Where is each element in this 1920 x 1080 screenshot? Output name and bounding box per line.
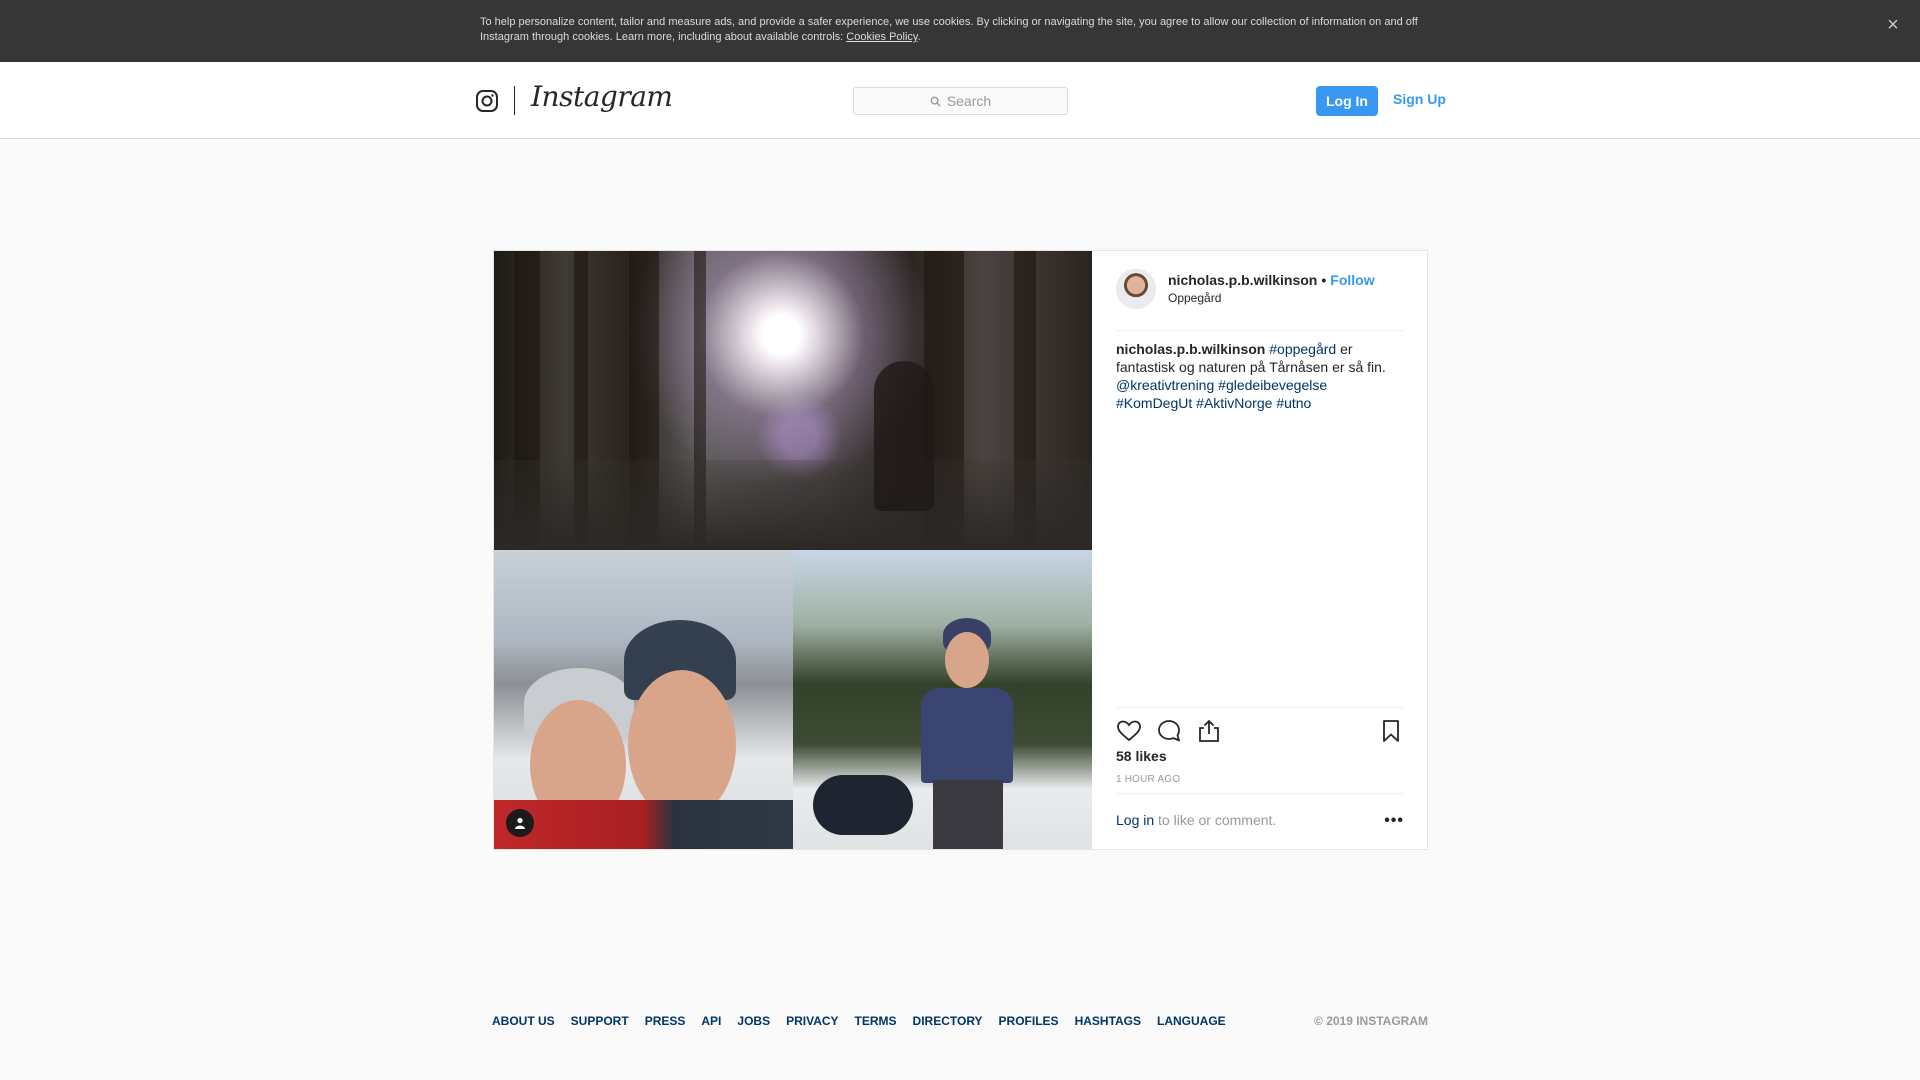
cookie-period: . <box>917 31 921 43</box>
share-icon[interactable] <box>1196 718 1222 744</box>
post-header: nicholas.p.b.wilkinson • Follow Oppegård <box>1116 269 1404 331</box>
footer-link-hashtags[interactable]: HASHTAGS <box>1075 1014 1141 1028</box>
footer-link-directory[interactable]: DIRECTORY <box>913 1014 983 1028</box>
search-icon <box>930 96 941 107</box>
footer-link-language[interactable]: LANGUAGE <box>1157 1014 1226 1028</box>
instagram-glyph-icon[interactable] <box>475 89 499 113</box>
footer-link-api[interactable]: API <box>701 1014 721 1028</box>
top-navigation: Instagram Search Log In Sign Up <box>0 62 1920 139</box>
footer-link-support[interactable]: SUPPORT <box>571 1014 629 1028</box>
post-card: nicholas.p.b.wilkinson • Follow Oppegård n… <box>493 250 1428 850</box>
separator-dot: • <box>1321 272 1327 288</box>
post-media[interactable] <box>494 251 1092 849</box>
caption-username[interactable]: nicholas.p.b.wilkinson <box>1116 341 1265 357</box>
comment-prompt-text: to like or comment. <box>1158 812 1277 828</box>
more-options-button[interactable]: ••• <box>1384 812 1404 830</box>
search-input[interactable]: Search <box>853 87 1068 115</box>
signup-link[interactable]: Sign Up <box>1393 91 1446 107</box>
avatar[interactable] <box>1116 269 1156 309</box>
login-button[interactable]: Log In <box>1316 86 1378 116</box>
mention-link[interactable]: @kreativtrening <box>1116 377 1214 393</box>
footer-links: ABOUT US SUPPORT PRESS API JOBS PRIVACY … <box>492 1014 1226 1028</box>
bookmark-icon[interactable] <box>1378 718 1404 744</box>
location-link[interactable]: Oppegård <box>1168 291 1221 305</box>
copyright: © 2019 INSTAGRAM <box>1314 1014 1428 1028</box>
footer-link-about-us[interactable]: ABOUT US <box>492 1014 555 1028</box>
hashtag-link[interactable]: #oppegård <box>1269 341 1336 357</box>
instagram-wordmark[interactable]: Instagram <box>531 80 673 113</box>
footer-link-privacy[interactable]: PRIVACY <box>786 1014 838 1028</box>
cookie-banner-text: To help personalize content, tailor and … <box>480 15 1440 45</box>
footer-link-press[interactable]: PRESS <box>645 1014 686 1028</box>
post-caption: nicholas.p.b.wilkinson #oppegård er fant… <box>1116 340 1404 412</box>
brand-divider <box>514 86 515 115</box>
forest-sun-photo <box>494 251 1092 550</box>
cookies-policy-link[interactable]: Cookies Policy <box>846 31 917 43</box>
user-tag-icon[interactable] <box>506 809 534 837</box>
cookie-banner: To help personalize content, tailor and … <box>0 0 1920 62</box>
heart-icon[interactable] <box>1116 718 1142 744</box>
author-line: nicholas.p.b.wilkinson • Follow <box>1168 272 1375 288</box>
post-actions <box>1116 707 1404 752</box>
footer: ABOUT US SUPPORT PRESS API JOBS PRIVACY … <box>492 1014 1428 1034</box>
post-sidebar: nicholas.p.b.wilkinson • Follow Oppegård n… <box>1092 251 1427 849</box>
comment-icon[interactable] <box>1156 718 1182 744</box>
hashtag-link[interactable]: #AktivNorge <box>1196 395 1272 411</box>
author-username[interactable]: nicholas.p.b.wilkinson <box>1168 272 1317 288</box>
footer-link-jobs[interactable]: JOBS <box>737 1014 770 1028</box>
footer-link-profiles[interactable]: PROFILES <box>999 1014 1059 1028</box>
likes-count[interactable]: 58 likes <box>1116 748 1167 764</box>
hashtag-link[interactable]: #KomDegUt <box>1116 395 1192 411</box>
follow-button[interactable]: Follow <box>1330 272 1374 288</box>
search-placeholder: Search <box>946 93 992 109</box>
selfie-couple-photo <box>494 550 793 849</box>
hashtag-link[interactable]: #utno <box>1276 395 1311 411</box>
hashtag-link[interactable]: #gledeibevegelse <box>1218 377 1327 393</box>
comment-prompt: Log in to like or comment. ••• <box>1116 793 1404 849</box>
footer-link-terms[interactable]: TERMS <box>855 1014 897 1028</box>
man-in-snowy-forest-photo <box>793 550 1092 849</box>
comment-login-link[interactable]: Log in <box>1116 812 1154 828</box>
close-icon[interactable]: × <box>1882 14 1904 36</box>
cookie-message: To help personalize content, tailor and … <box>480 16 1418 43</box>
post-timestamp[interactable]: 1 HOUR AGO <box>1116 774 1180 785</box>
